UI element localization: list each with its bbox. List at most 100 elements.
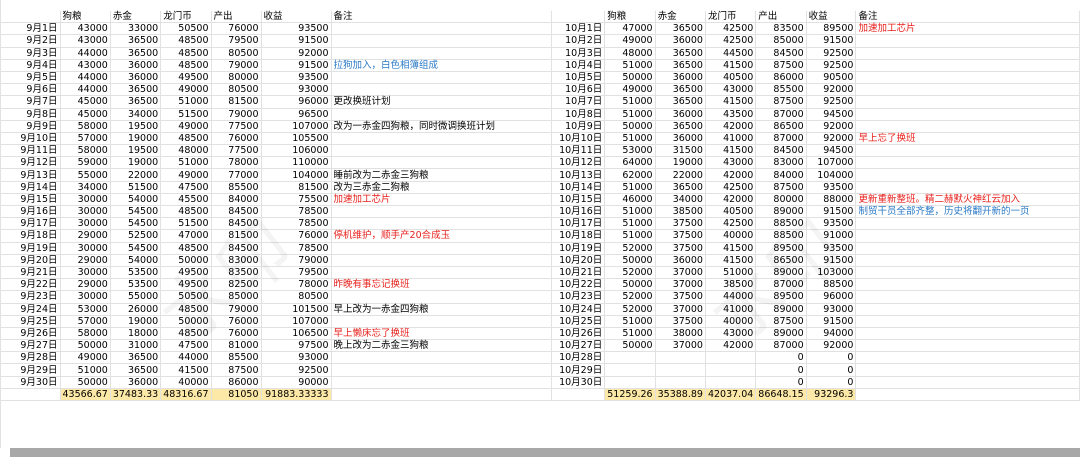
value-cell[interactable]: 0 bbox=[806, 376, 857, 389]
date-cell[interactable]: 9月23日 bbox=[0, 290, 61, 304]
value-cell[interactable]: 57000 bbox=[60, 315, 111, 328]
note-cell[interactable] bbox=[331, 254, 552, 267]
note-cell[interactable]: 停机维护，顺手产20合成玉 bbox=[331, 229, 552, 243]
average-cell[interactable]: 81050 bbox=[211, 388, 262, 402]
value-cell[interactable]: 50000 bbox=[160, 315, 212, 328]
value-cell[interactable]: 86500 bbox=[755, 254, 807, 267]
value-cell[interactable]: 88500 bbox=[755, 229, 807, 243]
value-cell[interactable]: 84000 bbox=[211, 193, 262, 207]
value-cell[interactable]: 36500 bbox=[110, 363, 162, 377]
value-cell[interactable]: 42500 bbox=[705, 217, 757, 231]
value-cell[interactable]: 48500 bbox=[160, 303, 212, 316]
value-cell[interactable]: 36000 bbox=[110, 71, 162, 85]
value-cell[interactable]: 50000 bbox=[60, 339, 111, 353]
value-cell[interactable]: 29000 bbox=[60, 229, 111, 243]
value-cell[interactable]: 51000 bbox=[604, 315, 656, 328]
note-cell[interactable] bbox=[855, 120, 1080, 133]
empty-cell[interactable] bbox=[331, 388, 552, 402]
value-cell[interactable]: 31000 bbox=[110, 339, 162, 353]
value-cell[interactable]: 41500 bbox=[705, 59, 757, 72]
value-cell[interactable]: 41500 bbox=[705, 144, 757, 158]
value-cell[interactable]: 37500 bbox=[655, 229, 706, 243]
column-header[interactable]: 狗粮 bbox=[604, 11, 656, 24]
value-cell[interactable]: 51000 bbox=[604, 217, 656, 231]
value-cell[interactable]: 78500 bbox=[261, 242, 332, 255]
date-cell[interactable]: 10月4日 bbox=[550, 59, 606, 72]
value-cell[interactable]: 91500 bbox=[806, 34, 857, 48]
value-cell[interactable]: 49000 bbox=[160, 168, 212, 182]
value-cell[interactable]: 78500 bbox=[261, 205, 332, 219]
date-cell[interactable]: 9月29日 bbox=[0, 363, 61, 377]
note-cell[interactable]: 改为一赤金四狗粮，同时微调换班计划 bbox=[331, 120, 552, 133]
value-cell[interactable]: 19000 bbox=[110, 156, 162, 170]
column-header[interactable]: 赤金 bbox=[655, 11, 706, 24]
note-cell[interactable] bbox=[855, 351, 1080, 365]
date-cell[interactable]: 9月21日 bbox=[0, 266, 61, 280]
value-cell[interactable]: 84500 bbox=[755, 144, 807, 158]
note-cell[interactable] bbox=[331, 217, 552, 231]
value-cell[interactable]: 43000 bbox=[60, 22, 111, 36]
value-cell[interactable]: 58000 bbox=[60, 120, 111, 133]
value-cell[interactable]: 42500 bbox=[705, 22, 757, 36]
value-cell[interactable]: 90000 bbox=[261, 376, 332, 389]
value-cell[interactable]: 49500 bbox=[160, 278, 212, 292]
note-cell[interactable] bbox=[331, 132, 552, 146]
value-cell[interactable]: 49500 bbox=[160, 71, 212, 85]
note-cell[interactable]: 加速加工芯片 bbox=[855, 22, 1080, 36]
date-cell[interactable]: 9月1日 bbox=[0, 22, 61, 36]
value-cell[interactable]: 50500 bbox=[160, 22, 212, 36]
date-cell[interactable]: 9月25日 bbox=[0, 315, 61, 328]
value-cell[interactable]: 91500 bbox=[806, 254, 857, 267]
value-cell[interactable]: 48500 bbox=[160, 59, 212, 72]
column-header[interactable]: 备注 bbox=[855, 11, 1080, 24]
value-cell[interactable]: 88500 bbox=[755, 217, 807, 231]
value-cell[interactable]: 94500 bbox=[806, 108, 857, 121]
value-cell[interactable]: 84500 bbox=[755, 47, 807, 60]
date-cell[interactable]: 10月21日 bbox=[550, 266, 606, 280]
value-cell[interactable]: 110000 bbox=[261, 156, 332, 170]
note-cell[interactable]: 早上懒床忘了换班 bbox=[331, 327, 552, 341]
value-cell[interactable]: 107000 bbox=[806, 156, 857, 170]
value-cell[interactable]: 81500 bbox=[211, 229, 262, 243]
value-cell[interactable]: 50000 bbox=[160, 254, 212, 267]
value-cell[interactable] bbox=[655, 376, 706, 389]
column-header[interactable]: 产出 bbox=[755, 11, 807, 24]
value-cell[interactable]: 30000 bbox=[60, 193, 111, 207]
average-cell[interactable]: 51259.26 bbox=[604, 388, 656, 402]
note-cell[interactable]: 更新重新整班。精二赫默火神红云加入 bbox=[855, 193, 1080, 207]
value-cell[interactable]: 92000 bbox=[261, 47, 332, 60]
date-cell[interactable]: 10月17日 bbox=[550, 217, 606, 231]
value-cell[interactable]: 51000 bbox=[604, 181, 656, 194]
date-cell[interactable]: 10月12日 bbox=[550, 156, 606, 170]
value-cell[interactable]: 62000 bbox=[604, 168, 656, 182]
note-cell[interactable] bbox=[855, 83, 1080, 97]
value-cell[interactable]: 76000 bbox=[211, 22, 262, 36]
value-cell[interactable]: 57000 bbox=[60, 132, 111, 146]
value-cell[interactable]: 34000 bbox=[60, 181, 111, 194]
value-cell[interactable]: 79000 bbox=[211, 59, 262, 72]
value-cell[interactable]: 41000 bbox=[705, 132, 757, 146]
column-header[interactable]: 龙门币 bbox=[705, 11, 757, 24]
value-cell[interactable]: 78000 bbox=[261, 278, 332, 292]
value-cell[interactable]: 36500 bbox=[655, 22, 706, 36]
date-cell[interactable]: 10月5日 bbox=[550, 71, 606, 85]
value-cell[interactable]: 50500 bbox=[160, 290, 212, 304]
date-cell[interactable]: 10月11日 bbox=[550, 144, 606, 158]
note-cell[interactable] bbox=[331, 108, 552, 121]
note-cell[interactable]: 早上忘了换班 bbox=[855, 132, 1080, 146]
value-cell[interactable]: 44000 bbox=[705, 290, 757, 304]
value-cell[interactable]: 59000 bbox=[60, 156, 111, 170]
value-cell[interactable]: 54500 bbox=[110, 217, 162, 231]
value-cell[interactable]: 52500 bbox=[110, 229, 162, 243]
value-cell[interactable]: 30000 bbox=[60, 217, 111, 231]
value-cell[interactable]: 90500 bbox=[806, 71, 857, 85]
value-cell[interactable]: 104000 bbox=[261, 168, 332, 182]
value-cell[interactable]: 92500 bbox=[806, 95, 857, 109]
value-cell[interactable]: 38000 bbox=[655, 327, 706, 341]
value-cell[interactable]: 37500 bbox=[655, 242, 706, 255]
column-header[interactable]: 备注 bbox=[331, 11, 552, 24]
value-cell[interactable]: 44000 bbox=[60, 71, 111, 85]
value-cell[interactable]: 51000 bbox=[160, 95, 212, 109]
value-cell[interactable]: 89500 bbox=[755, 242, 807, 255]
value-cell[interactable]: 49000 bbox=[160, 83, 212, 97]
